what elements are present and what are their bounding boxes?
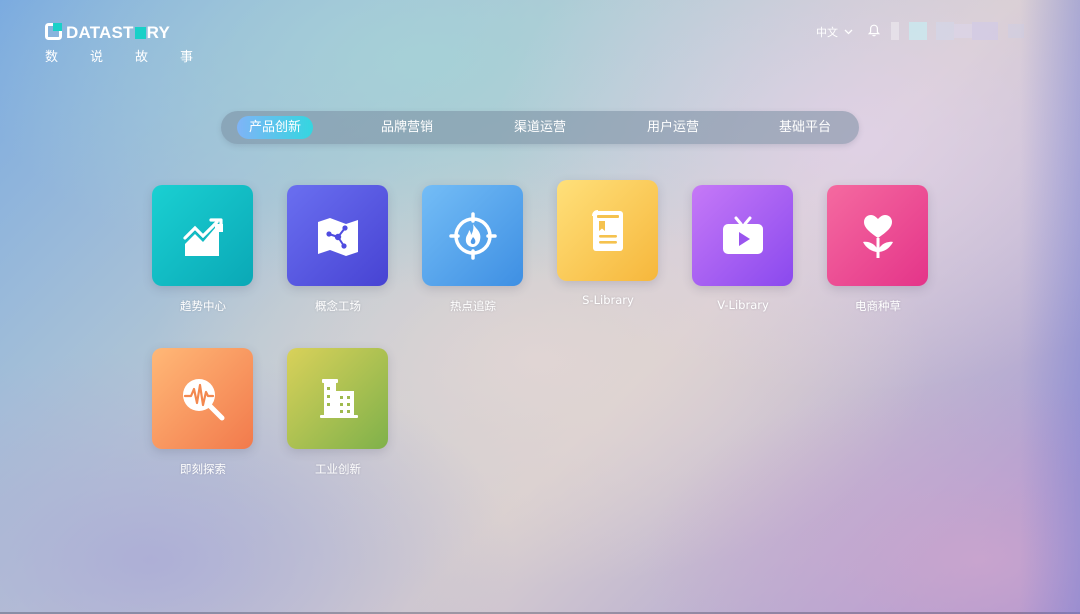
username-blur (972, 22, 998, 40)
app-tile[interactable] (287, 348, 388, 449)
app-label: V-Library (717, 298, 769, 312)
logo-subtitle: 数 说 故 事 (45, 46, 193, 65)
app-label: 趋势中心 (180, 299, 226, 313)
app-s-library[interactable]: S-Library (557, 180, 659, 307)
building-icon (319, 378, 358, 418)
logo-o-block (134, 27, 146, 39)
username-blur (954, 24, 972, 38)
logo-sub-char: 事 (179, 50, 193, 65)
app-label: 电商种草 (855, 299, 901, 313)
brand-logo[interactable]: DATAST RY 数 说 故 事 (45, 22, 195, 66)
app-label: 工业创新 (315, 462, 361, 476)
app-industrial-innovation[interactable]: 工业创新 (287, 348, 389, 477)
tab-base-platform[interactable]: 基础平台 (771, 116, 839, 139)
app-label: S-Library (582, 293, 634, 307)
language-label: 中文 (816, 26, 838, 39)
tab-user-operation[interactable]: 用户运营 (639, 116, 707, 139)
trend-chart-icon (182, 217, 223, 256)
tab-brand-marketing[interactable]: 品牌营销 (373, 116, 441, 139)
app-tile[interactable] (152, 185, 253, 286)
app-trend-center[interactable]: 趋势中心 (152, 185, 254, 314)
app-label: 即刻探索 (180, 462, 226, 476)
app-concept-factory[interactable]: 概念工场 (287, 185, 389, 314)
tab-channel-operation[interactable]: 渠道运营 (506, 116, 574, 139)
avatar-blur (891, 22, 899, 40)
bell-icon[interactable] (868, 24, 880, 37)
map-network-icon (317, 217, 358, 256)
flame-target-icon (448, 211, 497, 260)
logo-sub-char: 数 (45, 50, 59, 65)
logo-sub-char: 说 (89, 50, 103, 65)
avatar-blur (909, 22, 927, 40)
app-tile[interactable] (692, 185, 793, 286)
username-blur (1008, 24, 1024, 38)
app-label: 热点追踪 (450, 299, 496, 313)
logo-sub-char: 故 (134, 50, 148, 65)
app-tile[interactable] (422, 185, 523, 286)
app-instant-explore[interactable]: 即刻探索 (152, 348, 254, 477)
logo-mark-icon (45, 23, 62, 40)
app-tile[interactable] (287, 185, 388, 286)
pulse-search-icon (182, 378, 224, 420)
heart-sprout-icon (862, 214, 893, 258)
language-switcher[interactable]: 中文 (816, 24, 853, 40)
category-tab-bar: 产品创新 品牌营销 渠道运营 用户运营 基础平台 (221, 111, 859, 144)
app-ecommerce-seeding[interactable]: 电商种草 (827, 185, 929, 314)
app-launcher-screen: DATAST RY 数 说 故 事 中文 产品创新 品牌营销 渠道运营 用户运营 … (0, 0, 1080, 614)
username-blur (936, 22, 954, 40)
logo-wordmark: DATAST RY (66, 23, 171, 42)
book-icon (591, 209, 623, 251)
app-hotspot-tracking[interactable]: 热点追踪 (422, 185, 524, 314)
app-tile[interactable] (557, 180, 658, 281)
app-tile[interactable] (827, 185, 928, 286)
tab-product-innovation[interactable]: 产品创新 (237, 116, 314, 139)
app-v-library[interactable]: V-Library (692, 185, 794, 312)
app-label: 概念工场 (315, 299, 361, 313)
tv-play-icon (722, 216, 763, 254)
chevron-down-icon (844, 29, 853, 35)
app-tile[interactable] (152, 348, 253, 449)
